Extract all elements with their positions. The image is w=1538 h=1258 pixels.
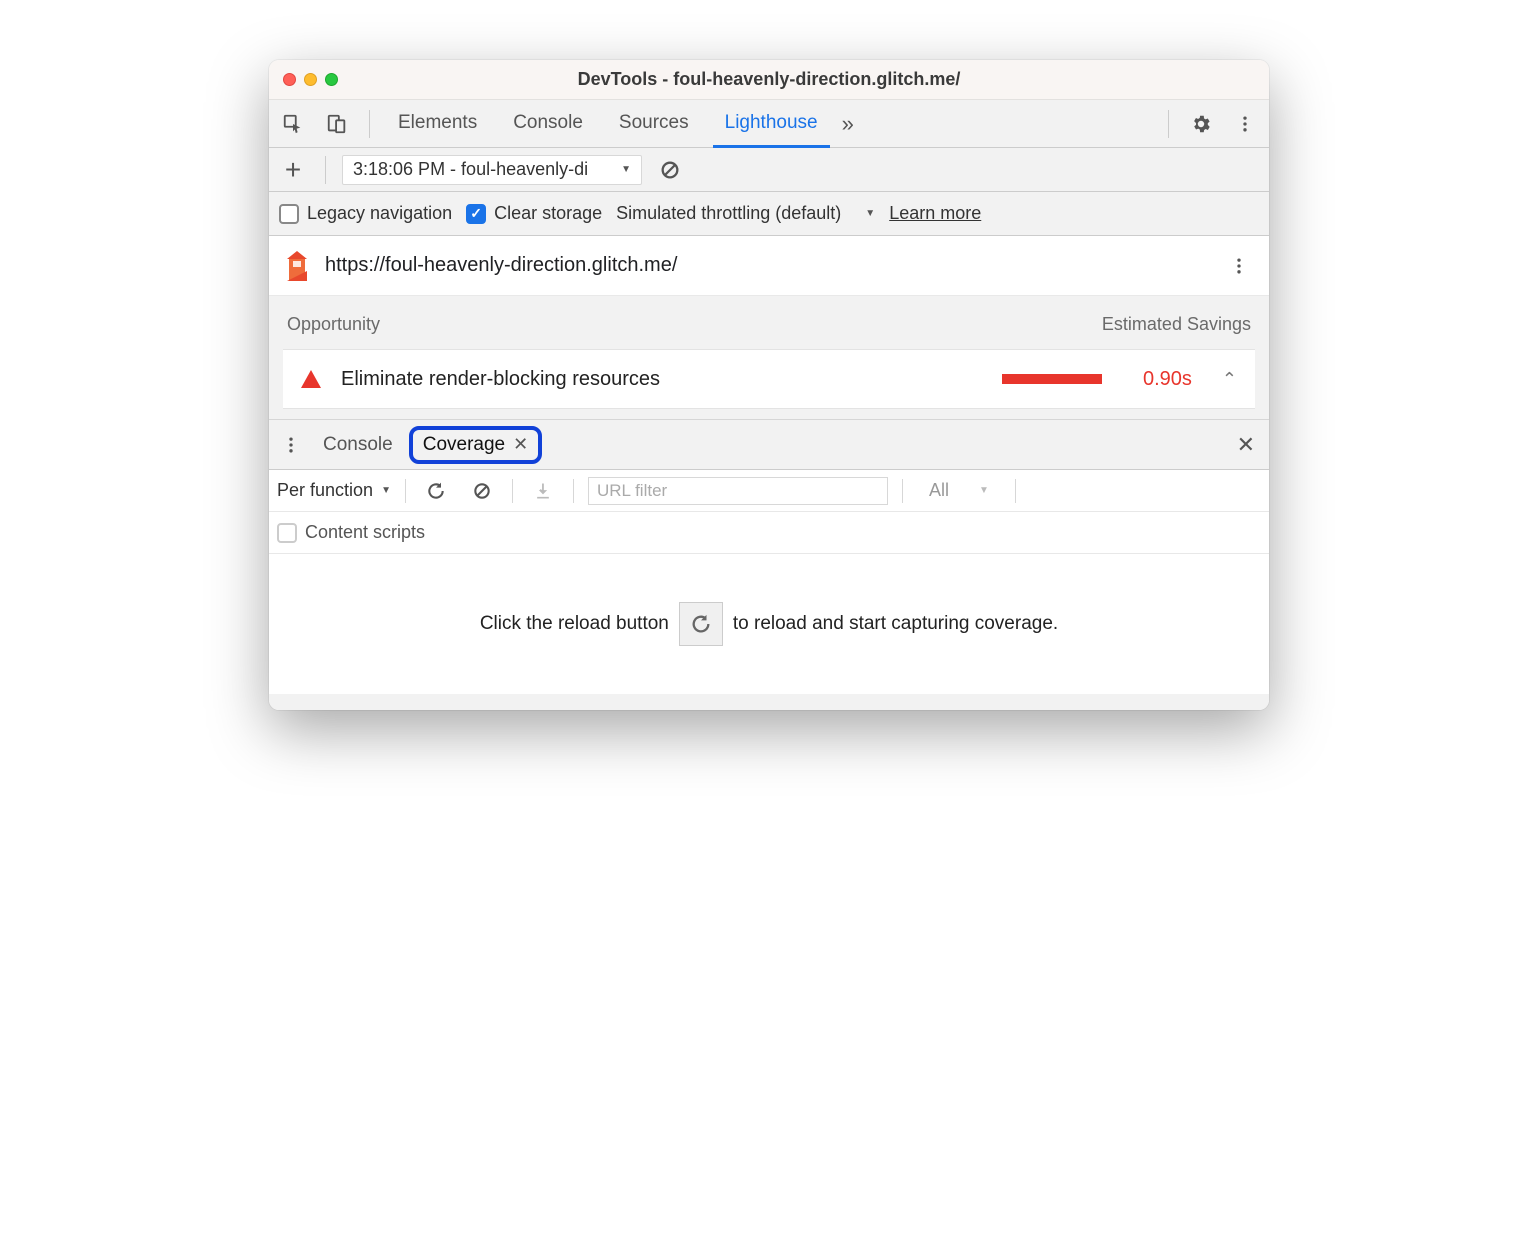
settings-gear-icon[interactable] (1185, 108, 1217, 140)
checkbox-checked-icon: ✓ (466, 204, 486, 224)
lighthouse-toolbar: + 3:18:06 PM - foul-heavenly-di ▼ (269, 148, 1269, 192)
reload-icon[interactable] (420, 475, 452, 507)
footer-strip (269, 694, 1269, 710)
main-tabstrip: Elements Console Sources Lighthouse » (269, 100, 1269, 148)
legacy-navigation-checkbox[interactable]: Legacy navigation (279, 203, 452, 224)
savings-bar (1002, 374, 1102, 384)
tab-sources[interactable]: Sources (607, 100, 701, 148)
legacy-navigation-label: Legacy navigation (307, 203, 452, 224)
dropdown-caret-icon: ▼ (979, 485, 989, 496)
clear-storage-label: Clear storage (494, 203, 602, 224)
throttling-label: Simulated throttling (default) (616, 203, 841, 224)
close-drawer-icon[interactable]: ✕ (1237, 432, 1263, 458)
devtools-window: DevTools - foul-heavenly-direction.glitc… (269, 60, 1269, 710)
drawer-tab-coverage-label: Coverage (423, 434, 505, 456)
clear-storage-checkbox[interactable]: ✓ Clear storage (466, 203, 602, 224)
coverage-options: Content scripts (269, 512, 1269, 554)
dropdown-caret-icon: ▼ (381, 485, 391, 496)
lighthouse-logo-icon (283, 249, 311, 283)
separator (325, 156, 326, 184)
throttling-select[interactable]: Simulated throttling (default) (616, 203, 841, 224)
warning-triangle-icon (301, 370, 321, 388)
close-tab-icon[interactable]: ✕ (513, 434, 528, 455)
coverage-granularity-label: Per function (277, 480, 373, 501)
tab-lighthouse[interactable]: Lighthouse (713, 100, 830, 148)
report-select[interactable]: 3:18:06 PM - foul-heavenly-di ▼ (342, 155, 642, 185)
lighthouse-options: Legacy navigation ✓ Clear storage Simula… (269, 192, 1269, 236)
lighthouse-url-row: https://foul-heavenly-direction.glitch.m… (269, 236, 1269, 296)
reload-button[interactable] (679, 602, 723, 646)
report-kebab-icon[interactable] (1223, 250, 1255, 282)
separator (369, 110, 370, 138)
device-toggle-icon[interactable] (321, 108, 353, 140)
opportunity-header: Opportunity Estimated Savings (283, 314, 1255, 335)
opportunity-header-label: Opportunity (287, 314, 380, 335)
more-tabs-icon[interactable]: » (842, 111, 854, 137)
separator (573, 479, 574, 503)
separator (902, 479, 903, 503)
report-select-label: 3:18:06 PM - foul-heavenly-di (353, 159, 613, 180)
separator (405, 479, 406, 503)
traffic-lights (283, 73, 338, 86)
window-title: DevTools - foul-heavenly-direction.glitc… (269, 69, 1269, 90)
opportunity-time: 0.90s (1122, 368, 1192, 391)
dropdown-caret-icon: ▼ (621, 164, 631, 175)
zoom-window-button[interactable] (325, 73, 338, 86)
checkbox-unchecked-icon (277, 523, 297, 543)
coverage-toolbar: Per function ▼ URL filter All ▼ (269, 470, 1269, 512)
export-icon[interactable] (527, 475, 559, 507)
drawer-kebab-icon[interactable] (275, 429, 307, 461)
drawer-tab-console[interactable]: Console (313, 430, 403, 460)
opportunity-row[interactable]: Eliminate render-blocking resources 0.90… (283, 349, 1255, 409)
coverage-type-select[interactable]: All ▼ (917, 480, 1001, 501)
coverage-type-label: All (929, 480, 949, 501)
content-scripts-label: Content scripts (305, 522, 425, 543)
learn-more-link[interactable]: Learn more (889, 203, 981, 224)
tab-console[interactable]: Console (501, 100, 595, 148)
url-filter-input[interactable]: URL filter (588, 477, 888, 505)
minimize-window-button[interactable] (304, 73, 317, 86)
coverage-granularity-select[interactable]: Per function ▼ (277, 480, 391, 501)
separator (1168, 110, 1169, 138)
drawer-tab-coverage[interactable]: Coverage ✕ (409, 426, 542, 464)
tab-elements[interactable]: Elements (386, 100, 489, 148)
window-titlebar: DevTools - foul-heavenly-direction.glitc… (269, 60, 1269, 100)
chevron-up-icon: ⌃ (1222, 369, 1237, 390)
checkbox-unchecked-icon (279, 204, 299, 224)
separator (512, 479, 513, 503)
content-scripts-checkbox[interactable]: Content scripts (277, 522, 425, 543)
close-window-button[interactable] (283, 73, 296, 86)
clear-icon[interactable] (654, 154, 686, 186)
estimated-savings-header-label: Estimated Savings (1102, 314, 1251, 335)
drawer-tabstrip: Console Coverage ✕ ✕ (269, 420, 1269, 470)
dropdown-caret-icon: ▼ (865, 208, 875, 219)
url-filter-placeholder: URL filter (597, 481, 667, 501)
coverage-empty-state: Click the reload button to reload and st… (269, 554, 1269, 694)
clear-coverage-icon[interactable] (466, 475, 498, 507)
new-report-button[interactable]: + (277, 154, 309, 186)
main-kebab-icon[interactable] (1229, 108, 1261, 140)
coverage-hint-suffix: to reload and start capturing coverage. (733, 613, 1058, 635)
report-url: https://foul-heavenly-direction.glitch.m… (325, 254, 677, 277)
opportunity-title: Eliminate render-blocking resources (341, 368, 982, 391)
lighthouse-report-body: Opportunity Estimated Savings Eliminate … (269, 296, 1269, 420)
separator (1015, 479, 1016, 503)
inspect-element-icon[interactable] (277, 108, 309, 140)
coverage-hint-prefix: Click the reload button (480, 613, 669, 635)
